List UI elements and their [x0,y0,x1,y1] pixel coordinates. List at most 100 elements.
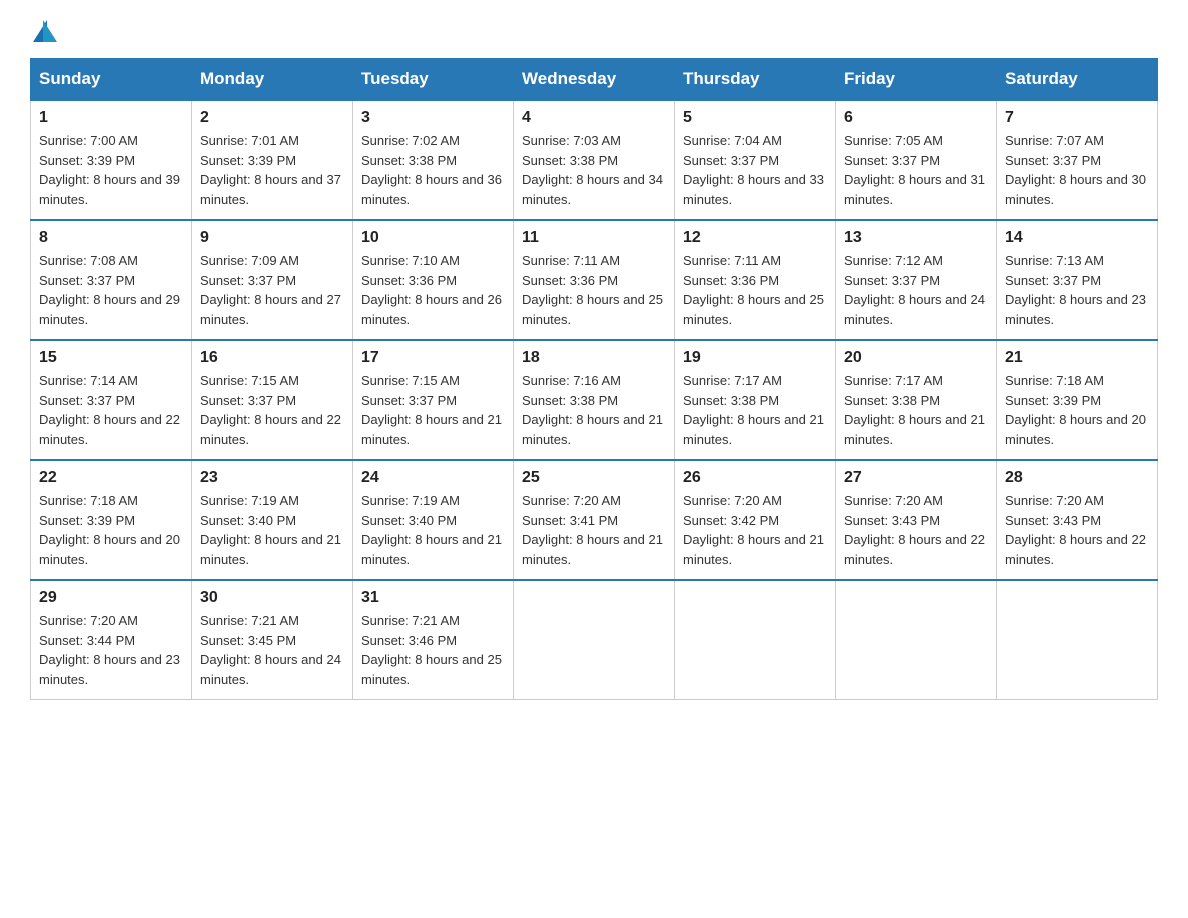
col-header-saturday: Saturday [997,59,1158,101]
day-info: Sunrise: 7:19 AM Sunset: 3:40 PM Dayligh… [361,491,505,569]
calendar-cell: 2 Sunrise: 7:01 AM Sunset: 3:39 PM Dayli… [192,100,353,220]
day-number: 31 [361,589,505,607]
logo [30,20,57,48]
calendar-cell: 24 Sunrise: 7:19 AM Sunset: 3:40 PM Dayl… [353,460,514,580]
calendar-cell: 22 Sunrise: 7:18 AM Sunset: 3:39 PM Dayl… [31,460,192,580]
day-number: 1 [39,109,183,127]
day-info: Sunrise: 7:15 AM Sunset: 3:37 PM Dayligh… [200,371,344,449]
day-info: Sunrise: 7:03 AM Sunset: 3:38 PM Dayligh… [522,131,666,209]
day-number: 9 [200,229,344,247]
day-number: 10 [361,229,505,247]
day-number: 13 [844,229,988,247]
day-info: Sunrise: 7:01 AM Sunset: 3:39 PM Dayligh… [200,131,344,209]
day-number: 14 [1005,229,1149,247]
day-number: 28 [1005,469,1149,487]
day-number: 23 [200,469,344,487]
col-header-thursday: Thursday [675,59,836,101]
day-number: 29 [39,589,183,607]
calendar-cell [675,580,836,700]
day-info: Sunrise: 7:10 AM Sunset: 3:36 PM Dayligh… [361,251,505,329]
calendar-cell: 3 Sunrise: 7:02 AM Sunset: 3:38 PM Dayli… [353,100,514,220]
day-info: Sunrise: 7:05 AM Sunset: 3:37 PM Dayligh… [844,131,988,209]
day-info: Sunrise: 7:00 AM Sunset: 3:39 PM Dayligh… [39,131,183,209]
calendar-cell: 23 Sunrise: 7:19 AM Sunset: 3:40 PM Dayl… [192,460,353,580]
day-number: 30 [200,589,344,607]
day-number: 19 [683,349,827,367]
calendar-cell [997,580,1158,700]
calendar-cell: 20 Sunrise: 7:17 AM Sunset: 3:38 PM Dayl… [836,340,997,460]
calendar-cell [514,580,675,700]
calendar-week-row: 29 Sunrise: 7:20 AM Sunset: 3:44 PM Dayl… [31,580,1158,700]
calendar-cell: 18 Sunrise: 7:16 AM Sunset: 3:38 PM Dayl… [514,340,675,460]
col-header-tuesday: Tuesday [353,59,514,101]
day-info: Sunrise: 7:20 AM Sunset: 3:44 PM Dayligh… [39,611,183,689]
day-info: Sunrise: 7:09 AM Sunset: 3:37 PM Dayligh… [200,251,344,329]
day-number: 7 [1005,109,1149,127]
day-number: 2 [200,109,344,127]
day-info: Sunrise: 7:12 AM Sunset: 3:37 PM Dayligh… [844,251,988,329]
col-header-friday: Friday [836,59,997,101]
calendar-cell: 28 Sunrise: 7:20 AM Sunset: 3:43 PM Dayl… [997,460,1158,580]
day-number: 25 [522,469,666,487]
day-info: Sunrise: 7:20 AM Sunset: 3:43 PM Dayligh… [1005,491,1149,569]
col-header-monday: Monday [192,59,353,101]
day-number: 8 [39,229,183,247]
day-number: 20 [844,349,988,367]
calendar-cell: 6 Sunrise: 7:05 AM Sunset: 3:37 PM Dayli… [836,100,997,220]
day-number: 17 [361,349,505,367]
calendar-cell: 14 Sunrise: 7:13 AM Sunset: 3:37 PM Dayl… [997,220,1158,340]
day-number: 11 [522,229,666,247]
calendar-cell: 7 Sunrise: 7:07 AM Sunset: 3:37 PM Dayli… [997,100,1158,220]
calendar-table: SundayMondayTuesdayWednesdayThursdayFrid… [30,58,1158,700]
day-info: Sunrise: 7:20 AM Sunset: 3:42 PM Dayligh… [683,491,827,569]
day-number: 22 [39,469,183,487]
calendar-cell: 25 Sunrise: 7:20 AM Sunset: 3:41 PM Dayl… [514,460,675,580]
calendar-cell: 1 Sunrise: 7:00 AM Sunset: 3:39 PM Dayli… [31,100,192,220]
calendar-cell: 29 Sunrise: 7:20 AM Sunset: 3:44 PM Dayl… [31,580,192,700]
calendar-cell: 13 Sunrise: 7:12 AM Sunset: 3:37 PM Dayl… [836,220,997,340]
col-header-wednesday: Wednesday [514,59,675,101]
day-info: Sunrise: 7:14 AM Sunset: 3:37 PM Dayligh… [39,371,183,449]
day-number: 26 [683,469,827,487]
calendar-cell [836,580,997,700]
calendar-cell: 16 Sunrise: 7:15 AM Sunset: 3:37 PM Dayl… [192,340,353,460]
calendar-cell: 10 Sunrise: 7:10 AM Sunset: 3:36 PM Dayl… [353,220,514,340]
calendar-week-row: 1 Sunrise: 7:00 AM Sunset: 3:39 PM Dayli… [31,100,1158,220]
day-number: 12 [683,229,827,247]
day-info: Sunrise: 7:04 AM Sunset: 3:37 PM Dayligh… [683,131,827,209]
calendar-week-row: 22 Sunrise: 7:18 AM Sunset: 3:39 PM Dayl… [31,460,1158,580]
day-info: Sunrise: 7:11 AM Sunset: 3:36 PM Dayligh… [683,251,827,329]
day-info: Sunrise: 7:07 AM Sunset: 3:37 PM Dayligh… [1005,131,1149,209]
calendar-cell: 12 Sunrise: 7:11 AM Sunset: 3:36 PM Dayl… [675,220,836,340]
calendar-cell: 8 Sunrise: 7:08 AM Sunset: 3:37 PM Dayli… [31,220,192,340]
calendar-cell: 21 Sunrise: 7:18 AM Sunset: 3:39 PM Dayl… [997,340,1158,460]
day-number: 27 [844,469,988,487]
day-info: Sunrise: 7:13 AM Sunset: 3:37 PM Dayligh… [1005,251,1149,329]
calendar-cell: 27 Sunrise: 7:20 AM Sunset: 3:43 PM Dayl… [836,460,997,580]
day-info: Sunrise: 7:20 AM Sunset: 3:43 PM Dayligh… [844,491,988,569]
calendar-cell: 30 Sunrise: 7:21 AM Sunset: 3:45 PM Dayl… [192,580,353,700]
calendar-cell: 5 Sunrise: 7:04 AM Sunset: 3:37 PM Dayli… [675,100,836,220]
calendar-cell: 26 Sunrise: 7:20 AM Sunset: 3:42 PM Dayl… [675,460,836,580]
day-number: 6 [844,109,988,127]
day-info: Sunrise: 7:16 AM Sunset: 3:38 PM Dayligh… [522,371,666,449]
logo-triangle-right [43,20,57,42]
calendar-cell: 11 Sunrise: 7:11 AM Sunset: 3:36 PM Dayl… [514,220,675,340]
day-number: 18 [522,349,666,367]
calendar-week-row: 8 Sunrise: 7:08 AM Sunset: 3:37 PM Dayli… [31,220,1158,340]
calendar-header-row: SundayMondayTuesdayWednesdayThursdayFrid… [31,59,1158,101]
day-info: Sunrise: 7:02 AM Sunset: 3:38 PM Dayligh… [361,131,505,209]
calendar-cell: 19 Sunrise: 7:17 AM Sunset: 3:38 PM Dayl… [675,340,836,460]
day-info: Sunrise: 7:15 AM Sunset: 3:37 PM Dayligh… [361,371,505,449]
day-number: 24 [361,469,505,487]
calendar-cell: 15 Sunrise: 7:14 AM Sunset: 3:37 PM Dayl… [31,340,192,460]
calendar-cell: 17 Sunrise: 7:15 AM Sunset: 3:37 PM Dayl… [353,340,514,460]
col-header-sunday: Sunday [31,59,192,101]
calendar-cell: 31 Sunrise: 7:21 AM Sunset: 3:46 PM Dayl… [353,580,514,700]
page-header [30,20,1158,48]
day-number: 3 [361,109,505,127]
calendar-cell: 9 Sunrise: 7:09 AM Sunset: 3:37 PM Dayli… [192,220,353,340]
calendar-week-row: 15 Sunrise: 7:14 AM Sunset: 3:37 PM Dayl… [31,340,1158,460]
day-info: Sunrise: 7:20 AM Sunset: 3:41 PM Dayligh… [522,491,666,569]
day-number: 4 [522,109,666,127]
